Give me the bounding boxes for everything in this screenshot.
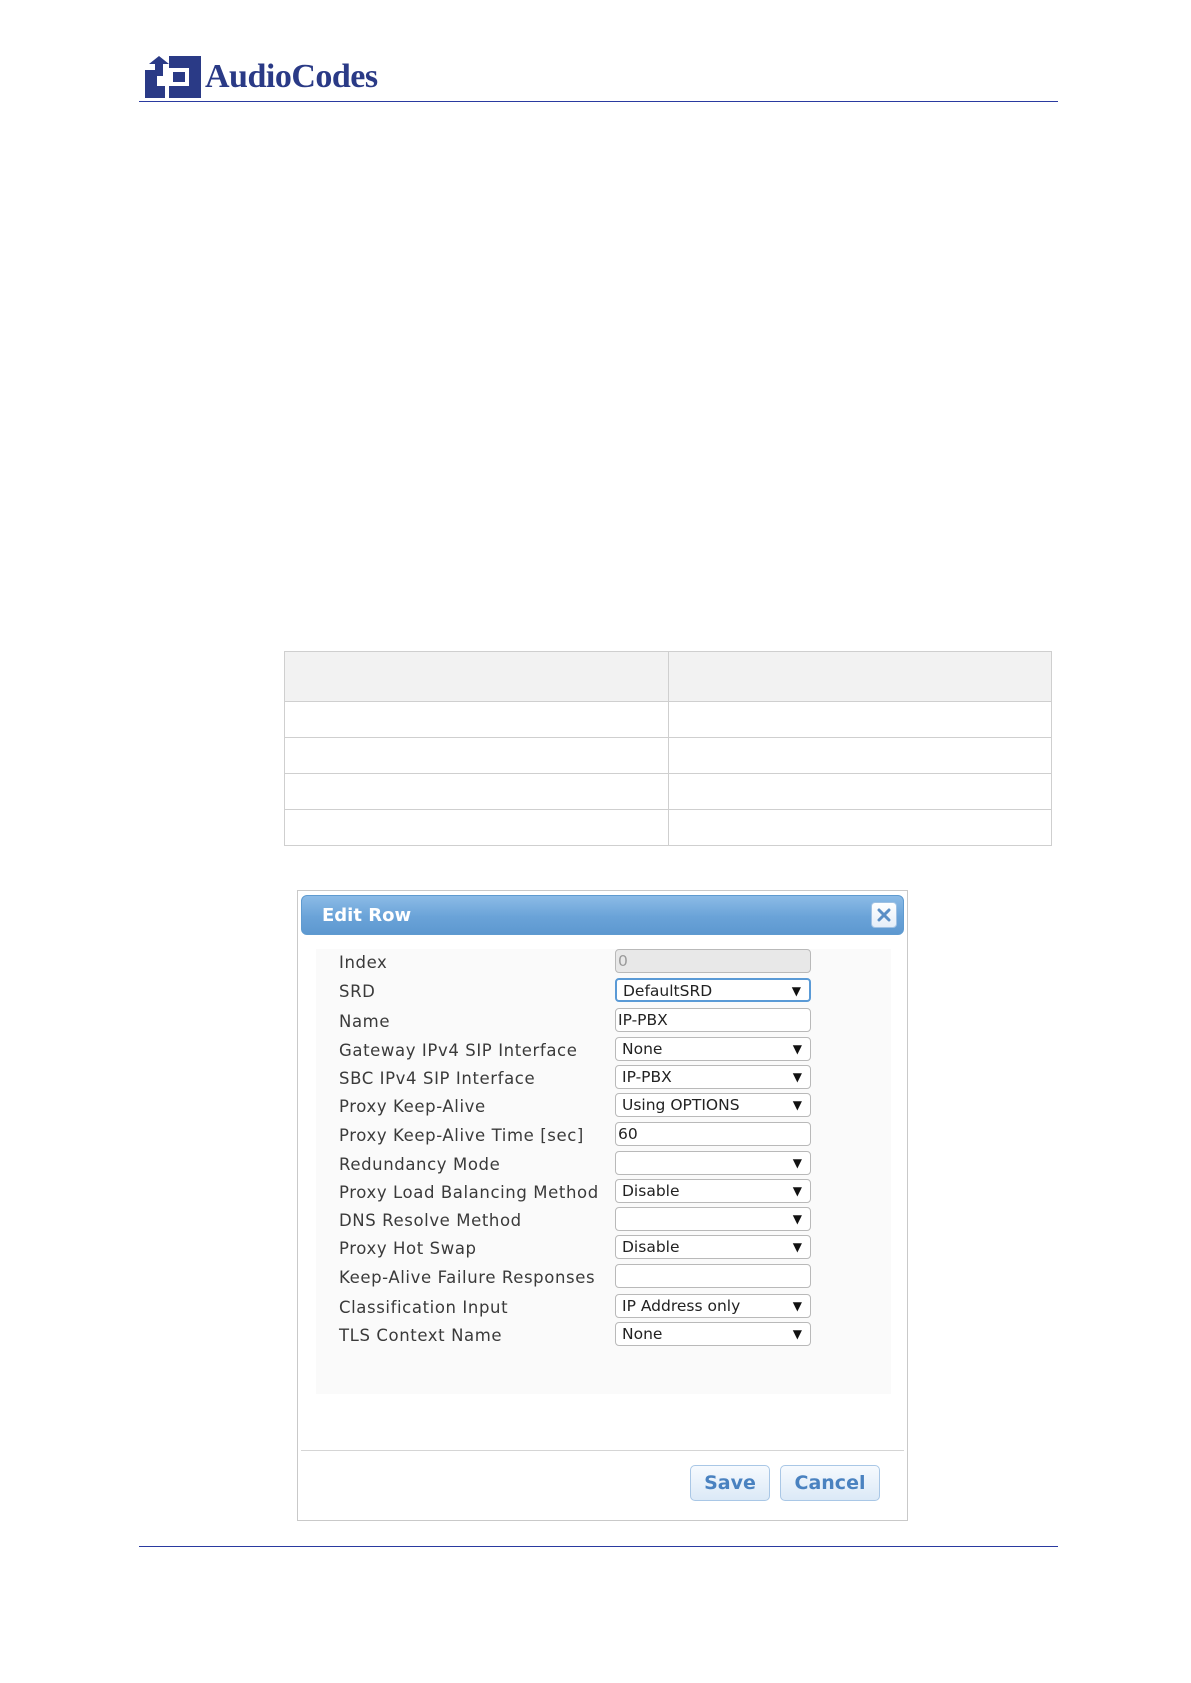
index-field: 0 [615,949,811,973]
field-label: SBC IPv4 SIP Interface [339,1069,536,1088]
table-cell [284,701,669,738]
field-value: Disable [622,1182,680,1200]
text-input[interactable]: IP-PBX [615,1008,811,1032]
dropdown-arrow-icon: ▼ [792,1212,802,1226]
text-input[interactable] [615,1264,811,1288]
form-row: Keep-Alive Failure Responses [316,1264,891,1290]
dropdown-arrow-icon: ▼ [792,1070,802,1084]
field-label: Redundancy Mode [339,1155,501,1174]
dropdown-arrow-icon: ▼ [792,1299,802,1313]
table-header-cell [284,651,669,702]
select-dropdown[interactable]: DefaultSRD ▼ [615,978,811,1002]
table-cell [667,737,1052,774]
dialog-titlebar[interactable]: Edit Row [301,895,904,935]
field-label: TLS Context Name [339,1326,503,1345]
table-cell [284,773,669,810]
edit-row-dialog: Edit Row Index 0 SRD DefaultSRD ▼ Name IP-PBX G… [297,890,908,1521]
form-row: Classification Input IP Address only ▼ [316,1294,891,1320]
table-header-cell [667,651,1052,702]
field-label: Classification Input [339,1298,509,1317]
table-cell [667,701,1052,738]
field-value: Using OPTIONS [622,1096,740,1114]
form-row: Proxy Load Balancing Method Disable ▼ [316,1179,891,1205]
field-label: Proxy Keep-Alive [339,1097,486,1116]
save-button[interactable]: Save [690,1465,770,1501]
dropdown-arrow-icon: ▼ [792,1156,802,1170]
field-value: 60 [618,1125,638,1143]
field-value: Disable [622,1238,680,1256]
form-row: Index 0 [316,949,891,975]
field-label: Proxy Load Balancing Method [339,1183,599,1202]
table-row [284,809,1052,846]
select-dropdown[interactable]: None ▼ [615,1322,811,1346]
parameter-table [284,651,1052,846]
field-value: DefaultSRD [623,982,713,1000]
select-dropdown[interactable]: ▼ [615,1151,811,1175]
dialog-form: Index 0 SRD DefaultSRD ▼ Name IP-PBX Gateway IP… [316,949,891,1394]
select-dropdown[interactable]: Using OPTIONS ▼ [615,1093,811,1117]
dropdown-arrow-icon: ▼ [792,1042,802,1056]
table-cell [284,809,669,846]
field-value: IP-PBX [622,1068,672,1086]
field-label: Gateway IPv4 SIP Interface [339,1041,578,1060]
brand-name: AudioCodes [205,58,378,95]
dropdown-arrow-icon: ▼ [792,1098,802,1112]
form-row: SRD DefaultSRD ▼ [316,978,891,1004]
form-row: Name IP-PBX [316,1008,891,1034]
dropdown-arrow-icon: ▼ [792,1240,802,1254]
header-rule [139,101,1058,102]
select-dropdown[interactable]: Disable ▼ [615,1179,811,1203]
close-icon [877,908,891,922]
field-label: Name [339,1012,391,1031]
form-row: SBC IPv4 SIP Interface IP-PBX ▼ [316,1065,891,1091]
close-button[interactable] [871,902,897,928]
form-row: TLS Context Name None ▼ [316,1322,891,1348]
footer-divider [301,1450,904,1451]
field-label: Index [339,953,388,972]
form-row: Proxy Hot Swap Disable ▼ [316,1235,891,1261]
select-dropdown[interactable]: None ▼ [615,1037,811,1061]
table-row [284,701,1052,738]
form-row: Proxy Keep-Alive Time [sec] 60 [316,1122,891,1148]
dropdown-arrow-icon: ▼ [791,984,801,998]
field-label: DNS Resolve Method [339,1211,522,1230]
cancel-button[interactable]: Cancel [780,1465,880,1501]
field-label: Proxy Hot Swap [339,1239,477,1258]
table-cell [284,737,669,774]
field-value: None [622,1040,663,1058]
select-dropdown[interactable]: Disable ▼ [615,1235,811,1259]
footer-rule [139,1546,1058,1547]
table-row [284,773,1052,810]
table-row [284,737,1052,774]
field-label: Keep-Alive Failure Responses [339,1268,596,1287]
field-value: 0 [618,952,628,970]
dialog-title: Edit Row [322,905,412,926]
table-cell [667,809,1052,846]
form-row: Gateway IPv4 SIP Interface None ▼ [316,1037,891,1063]
select-dropdown[interactable]: IP Address only ▼ [615,1294,811,1318]
field-value: None [622,1325,663,1343]
field-value: IP Address only [622,1297,741,1315]
audiocodes-logo: AudioCodes [145,55,378,99]
select-dropdown[interactable]: ▼ [615,1207,811,1231]
select-dropdown[interactable]: IP-PBX ▼ [615,1065,811,1089]
table-cell [667,773,1052,810]
text-input[interactable]: 60 [615,1122,811,1146]
form-row: Redundancy Mode ▼ [316,1151,891,1177]
audiocodes-logo-icon [145,56,201,98]
form-row: Proxy Keep-Alive Using OPTIONS ▼ [316,1093,891,1119]
field-label: Proxy Keep-Alive Time [sec] [339,1126,584,1145]
dropdown-arrow-icon: ▼ [792,1184,802,1198]
form-row: DNS Resolve Method ▼ [316,1207,891,1233]
field-value: IP-PBX [618,1011,668,1029]
table-header-row [284,651,1052,702]
field-label: SRD [339,982,376,1001]
dropdown-arrow-icon: ▼ [792,1327,802,1341]
